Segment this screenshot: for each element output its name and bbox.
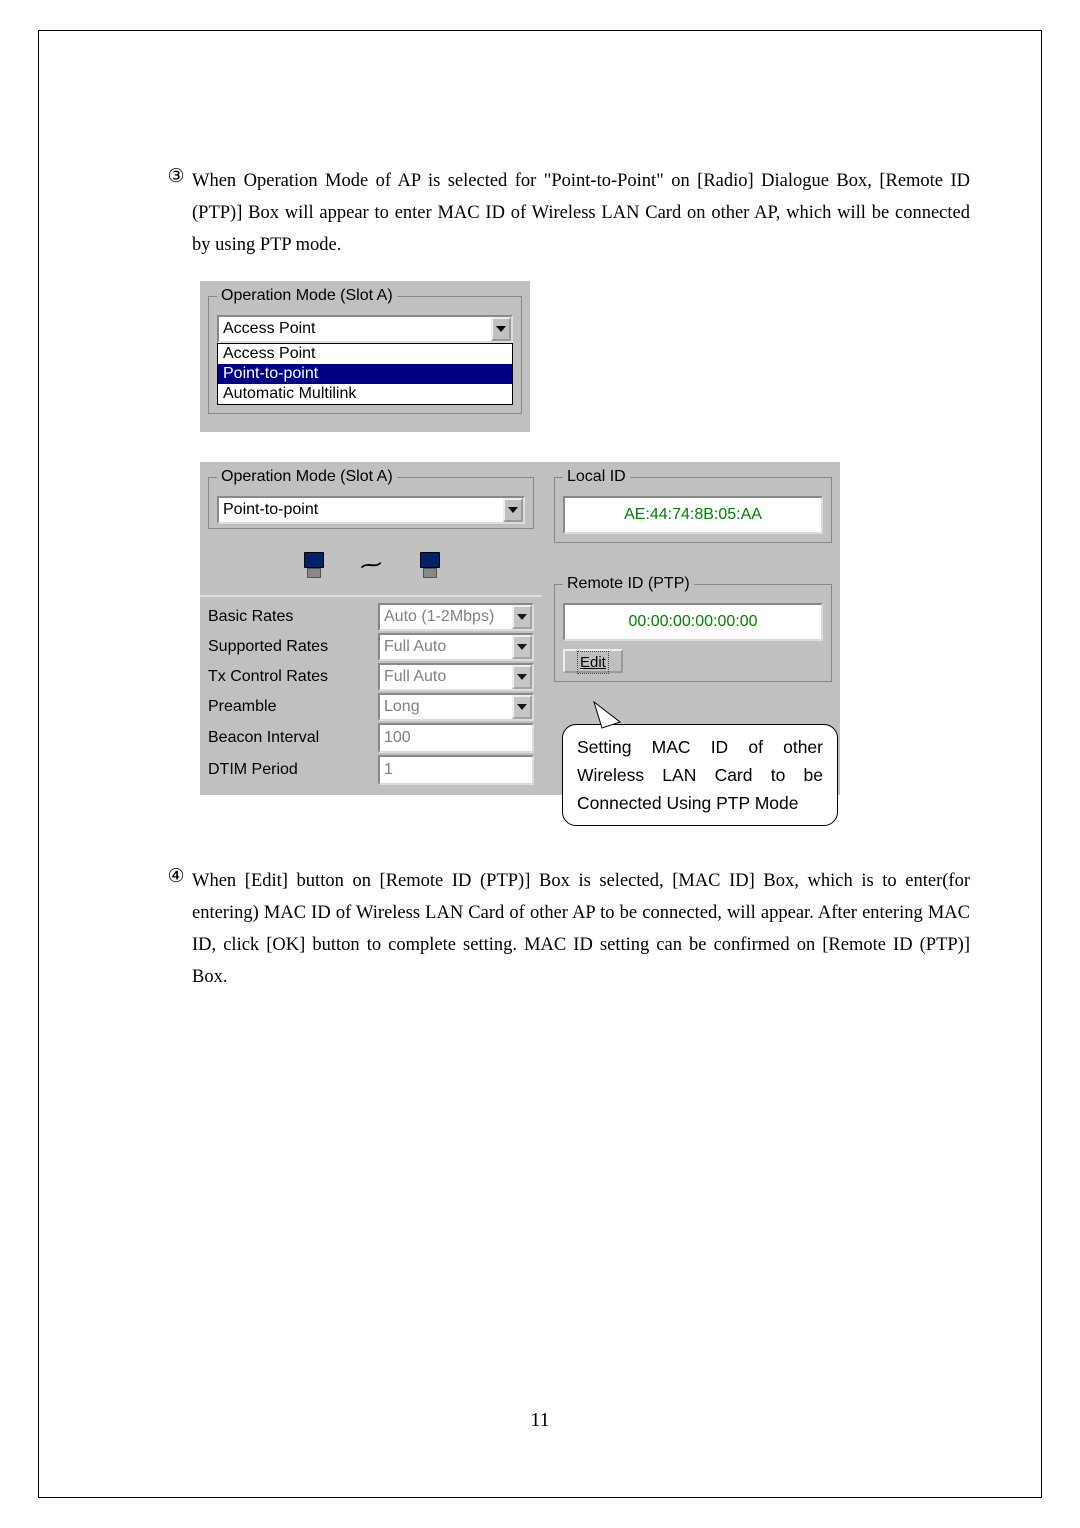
chevron-down-icon[interactable] xyxy=(512,665,532,689)
opmode-combo-2[interactable]: Point-to-point xyxy=(217,496,525,524)
preamble-value: Long xyxy=(380,697,512,717)
supported-rates-combo[interactable]: Full Auto xyxy=(378,633,534,661)
supported-rates-label: Supported Rates xyxy=(208,638,378,656)
local-id-value-box: AE:44:74:8B:05:AA xyxy=(563,496,823,534)
callout-text: Setting MAC ID of other Wireless LAN Car… xyxy=(577,737,823,813)
opmode-option-point-to-point[interactable]: Point-to-point xyxy=(218,364,512,384)
tx-control-rates-value: Full Auto xyxy=(380,667,512,687)
opmode-legend-2: Operation Mode (Slot A) xyxy=(217,468,397,486)
chevron-down-icon[interactable] xyxy=(512,635,532,659)
opmode-fieldset-1: Operation Mode (Slot A) Access Point Acc… xyxy=(208,287,522,414)
opmode-combo-1[interactable]: Access Point xyxy=(217,315,513,343)
opmode-listbox[interactable]: Access Point Point-to-point Automatic Mu… xyxy=(217,343,513,405)
list-text-3: When Operation Mode of AP is selected fo… xyxy=(192,165,970,261)
chevron-down-icon[interactable] xyxy=(512,605,532,629)
list-text-4: When [Edit] button on [Remote ID (PTP)] … xyxy=(192,865,970,993)
edit-button-label: Edit xyxy=(580,654,606,671)
chevron-down-icon[interactable] xyxy=(512,695,532,719)
supported-rates-value: Full Auto xyxy=(380,637,512,657)
tx-control-rates-label: Tx Control Rates xyxy=(208,668,378,686)
opmode-legend-1: Operation Mode (Slot A) xyxy=(217,287,397,305)
preamble-combo[interactable]: Long xyxy=(378,693,534,721)
remote-id-legend: Remote ID (PTP) xyxy=(563,575,694,593)
ptp-link-icon: ⁓ xyxy=(358,551,383,580)
callout-box: Setting MAC ID of other Wireless LAN Car… xyxy=(562,724,838,826)
basic-rates-combo[interactable]: Auto (1-2Mbps) xyxy=(378,603,534,631)
opmode-combo-1-value: Access Point xyxy=(219,319,491,339)
screenshot-radio-settings: Operation Mode (Slot A) Point-to-point ⁓… xyxy=(200,462,840,795)
chevron-down-icon[interactable] xyxy=(503,498,523,522)
list-item-4: ④ When [Edit] button on [Remote ID (PTP)… xyxy=(160,865,970,993)
tx-control-rates-combo[interactable]: Full Auto xyxy=(378,663,534,691)
ptp-diagram: ⁓ xyxy=(200,535,542,597)
opmode-option-automatic-multilink[interactable]: Automatic Multilink xyxy=(218,384,512,404)
page-content: ③ When Operation Mode of AP is selected … xyxy=(160,165,970,1001)
local-id-fieldset: Local ID AE:44:74:8B:05:AA xyxy=(554,468,832,543)
edit-button[interactable]: Edit xyxy=(563,649,623,673)
beacon-interval-label: Beacon Interval xyxy=(208,729,378,747)
basic-rates-label: Basic Rates xyxy=(208,608,378,626)
list-item-3: ③ When Operation Mode of AP is selected … xyxy=(160,165,970,261)
list-marker-3: ③ xyxy=(160,165,192,261)
dtim-period-input[interactable]: 1 xyxy=(378,755,534,785)
dtim-period-label: DTIM Period xyxy=(208,761,378,779)
ap-icon xyxy=(302,552,324,578)
local-id-legend: Local ID xyxy=(563,468,630,486)
opmode-option-access-point[interactable]: Access Point xyxy=(218,344,512,364)
opmode-combo-2-value: Point-to-point xyxy=(219,500,503,520)
preamble-label: Preamble xyxy=(208,698,378,716)
remote-id-value: 00:00:00:00:00:00 xyxy=(571,609,815,635)
callout-tail xyxy=(592,700,632,732)
opmode-fieldset-2: Operation Mode (Slot A) Point-to-point xyxy=(208,468,534,529)
basic-rates-value: Auto (1-2Mbps) xyxy=(380,607,512,627)
remote-id-value-box: 00:00:00:00:00:00 xyxy=(563,603,823,641)
screenshot-opmode-dropdown: Operation Mode (Slot A) Access Point Acc… xyxy=(200,281,530,432)
ap-icon xyxy=(418,552,440,578)
list-marker-4: ④ xyxy=(160,865,192,993)
remote-id-fieldset: Remote ID (PTP) 00:00:00:00:00:00 Edit xyxy=(554,575,832,682)
beacon-interval-input[interactable]: 100 xyxy=(378,723,534,753)
local-id-value: AE:44:74:8B:05:AA xyxy=(571,502,815,528)
chevron-down-icon[interactable] xyxy=(491,317,511,341)
page-number: 11 xyxy=(0,1409,1080,1432)
